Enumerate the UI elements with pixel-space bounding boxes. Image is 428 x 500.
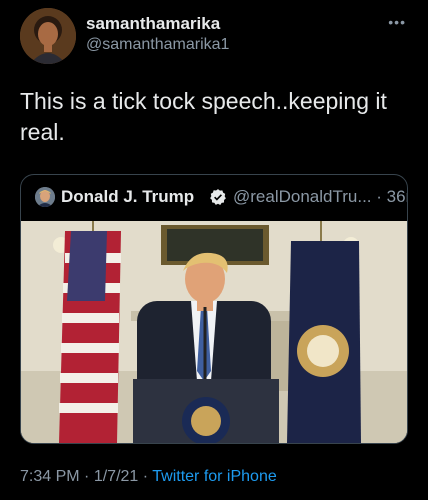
video-frame-image: [21, 221, 407, 443]
quoted-author-handle: @realDonaldTru...: [233, 187, 372, 206]
meta-separator: ·: [376, 187, 382, 206]
avatar-image: [20, 8, 76, 64]
quoted-author-name: Donald J. Trump: [61, 187, 195, 206]
tweet-source-link[interactable]: Twitter for iPhone: [152, 468, 277, 485]
quoted-tweet-header: Donald J. Trump @realDonaldTru... · 36m: [35, 185, 407, 211]
quoted-author-avatar: [35, 187, 55, 207]
quoted-tweet[interactable]: Donald J. Trump @realDonaldTru... · 36m: [20, 174, 408, 444]
author-avatar[interactable]: [20, 8, 76, 64]
tweet-time[interactable]: 7:34 PM: [20, 468, 80, 485]
footer-separator: ·: [142, 468, 149, 485]
tweet-header: samanthamarika @samanthamarika1 •••: [20, 8, 408, 64]
author-handle[interactable]: @samanthamarika1: [86, 34, 229, 56]
tweet-footer: 7:34 PM · 1/7/21 · Twitter for iPhone: [20, 468, 277, 486]
video-thumbnail[interactable]: [21, 221, 407, 443]
footer-separator: ·: [84, 468, 90, 485]
quoted-tweet-meta: @realDonaldTru... · 36m: [233, 187, 407, 207]
quoted-tweet-time: 36m: [386, 187, 407, 206]
author-display-name[interactable]: samanthamarika: [86, 14, 229, 34]
verified-badge-icon: [210, 189, 226, 205]
tweet-text: This is a tick tock speech..keeping it r…: [20, 88, 387, 145]
more-dots-icon[interactable]: •••: [388, 14, 406, 30]
tweet-date[interactable]: 1/7/21: [94, 468, 138, 485]
